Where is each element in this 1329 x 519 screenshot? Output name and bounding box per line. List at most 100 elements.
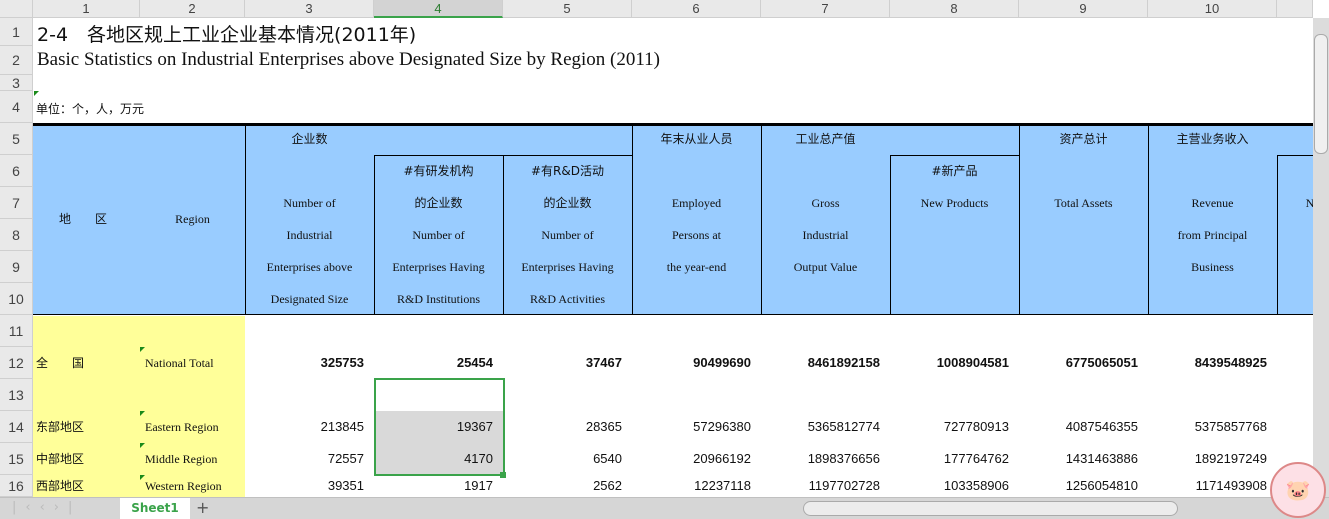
row-header[interactable]: 8 bbox=[0, 219, 33, 251]
new-products-header-en: New Products bbox=[920, 196, 989, 210]
row-header[interactable]: 11 bbox=[0, 315, 33, 347]
rd-institutions-header-en: Enterprises Having bbox=[392, 260, 485, 274]
data-cell[interactable]: 20966192 bbox=[632, 443, 761, 475]
column-header[interactable]: 7 bbox=[761, 0, 890, 18]
data-cell[interactable]: 4087546355 bbox=[1019, 411, 1148, 443]
region-header-cn: 地 区 bbox=[58, 212, 107, 226]
data-cell[interactable]: 8439548925 bbox=[1148, 347, 1277, 379]
enterprises-header-en: Enterprises above bbox=[266, 260, 353, 274]
data-cell[interactable]: 1197702728 bbox=[761, 475, 890, 497]
comment-indicator bbox=[34, 91, 39, 96]
comment-indicator bbox=[140, 347, 145, 352]
row-header[interactable]: 5 bbox=[0, 123, 33, 155]
row-header[interactable]: 7 bbox=[0, 187, 33, 219]
border bbox=[1277, 155, 1278, 315]
revenue-header-en: Revenue bbox=[1191, 196, 1234, 210]
column-header[interactable]: 6 bbox=[632, 0, 761, 18]
enterprises-header-en: Designated Size bbox=[270, 292, 349, 306]
column-header[interactable] bbox=[1277, 0, 1313, 18]
sheet-nav-arrows[interactable]: |‹‹›| bbox=[12, 500, 81, 515]
row-header[interactable]: 12 bbox=[0, 347, 33, 379]
data-cell[interactable]: 727780913 bbox=[890, 411, 1019, 443]
rd-institutions-header-cn: #有研发机构 bbox=[403, 164, 474, 178]
column-header[interactable]: 4 bbox=[374, 0, 503, 18]
row-header[interactable]: 2 bbox=[0, 46, 33, 75]
data-cell[interactable]: 57296380 bbox=[632, 411, 761, 443]
data-cell[interactable]: 1892197249 bbox=[1148, 443, 1277, 475]
data-cell[interactable]: 12237118 bbox=[632, 475, 761, 497]
data-cell[interactable]: 4170 bbox=[374, 443, 503, 475]
border bbox=[1277, 155, 1313, 156]
region-name-cn: 东部地区 bbox=[36, 420, 85, 434]
region-name-en: Middle Region bbox=[145, 452, 218, 466]
data-cell[interactable]: 2562 bbox=[503, 475, 632, 497]
rd-activities-header-en: R&D Activities bbox=[530, 292, 605, 306]
data-cell[interactable]: 103358906 bbox=[890, 475, 1019, 497]
add-sheet-button[interactable]: + bbox=[196, 498, 209, 517]
select-all-corner[interactable] bbox=[0, 0, 33, 18]
row-header[interactable]: 9 bbox=[0, 251, 33, 283]
new-products-header-cn: #新产品 bbox=[931, 164, 978, 178]
revenue-header-cn: 主营业务收入 bbox=[1176, 132, 1249, 146]
data-cell[interactable]: 213845 bbox=[245, 411, 374, 443]
pig-mascot-icon[interactable]: 🐷 bbox=[1270, 462, 1326, 518]
sheet-tab-bar: |‹‹›| Sheet1 + bbox=[0, 497, 1329, 519]
data-cell[interactable]: 1008904581 bbox=[890, 347, 1019, 379]
data-cell[interactable]: 39351 bbox=[245, 475, 374, 497]
rd-activities-header-cn: #有R&D活动 bbox=[531, 164, 604, 178]
data-cell[interactable]: 28365 bbox=[503, 411, 632, 443]
employed-header-cn: 年末从业人员 bbox=[660, 132, 733, 146]
vertical-scroll-thumb[interactable] bbox=[1314, 34, 1328, 154]
comment-indicator bbox=[140, 475, 145, 480]
data-cell[interactable]: 37467 bbox=[503, 347, 632, 379]
row-header[interactable]: 4 bbox=[0, 91, 33, 123]
column-header[interactable]: 2 bbox=[140, 0, 245, 18]
horizontal-scrollbar[interactable] bbox=[803, 501, 1178, 516]
column-header[interactable]: 1 bbox=[33, 0, 140, 18]
rd-activities-header-en: Enterprises Having bbox=[521, 260, 614, 274]
data-cell[interactable]: 325753 bbox=[245, 347, 374, 379]
employed-header-en: Persons at bbox=[672, 228, 721, 242]
column-header[interactable]: 5 bbox=[503, 0, 632, 18]
row-header[interactable]: 6 bbox=[0, 155, 33, 187]
comment-indicator bbox=[140, 443, 145, 448]
region-header-en: Region bbox=[175, 212, 210, 226]
enterprises-header-en: Industrial bbox=[286, 228, 333, 242]
data-cell[interactable]: 6775065051 bbox=[1019, 347, 1148, 379]
data-cell[interactable]: 1431463886 bbox=[1019, 443, 1148, 475]
gross-output-header-en: Output Value bbox=[793, 260, 858, 274]
column-header[interactable]: 3 bbox=[245, 0, 374, 18]
row-header[interactable]: 3 bbox=[0, 75, 33, 91]
data-cell[interactable]: 1898376656 bbox=[761, 443, 890, 475]
data-cell[interactable]: 72557 bbox=[245, 443, 374, 475]
data-cell[interactable]: 90499690 bbox=[632, 347, 761, 379]
row-header[interactable]: 15 bbox=[0, 443, 33, 475]
vertical-scrollbar[interactable] bbox=[1313, 18, 1329, 497]
rd-institutions-header-en: R&D Institutions bbox=[396, 292, 480, 306]
data-cell[interactable]: 8461892158 bbox=[761, 347, 890, 379]
column-header[interactable]: 8 bbox=[890, 0, 1019, 18]
region-name-cn: 全 国 bbox=[36, 356, 85, 370]
rd-institutions-header-en: Number of bbox=[412, 228, 465, 242]
data-cell[interactable]: 1256054810 bbox=[1019, 475, 1148, 497]
data-cell[interactable]: 5365812774 bbox=[761, 411, 890, 443]
row-header[interactable]: 1 bbox=[0, 18, 33, 46]
data-cell[interactable]: 1171493908 bbox=[1148, 475, 1277, 497]
data-cell[interactable]: 5375857768 bbox=[1148, 411, 1277, 443]
data-cell[interactable]: 1917 bbox=[374, 475, 503, 497]
column-header[interactable]: 10 bbox=[1148, 0, 1277, 18]
data-cell[interactable]: 6540 bbox=[503, 443, 632, 475]
rd-activities-header-en: Number of bbox=[541, 228, 594, 242]
row-header[interactable]: 13 bbox=[0, 379, 33, 411]
data-cell[interactable]: 177764762 bbox=[890, 443, 1019, 475]
data-cell[interactable]: 25454 bbox=[374, 347, 503, 379]
row-header[interactable]: 10 bbox=[0, 283, 33, 315]
sheet-tab-sheet1[interactable]: Sheet1 bbox=[120, 498, 190, 519]
data-cell[interactable]: 19367 bbox=[374, 411, 503, 443]
region-name-cn: 西部地区 bbox=[36, 479, 85, 493]
column-header[interactable]: 9 bbox=[1019, 0, 1148, 18]
row-header[interactable]: 16 bbox=[0, 475, 33, 497]
title-en: Basic Statistics on Industrial Enterpris… bbox=[37, 49, 661, 70]
row-header[interactable]: 14 bbox=[0, 411, 33, 443]
total-assets-header-en: Total Assets bbox=[1054, 196, 1113, 210]
